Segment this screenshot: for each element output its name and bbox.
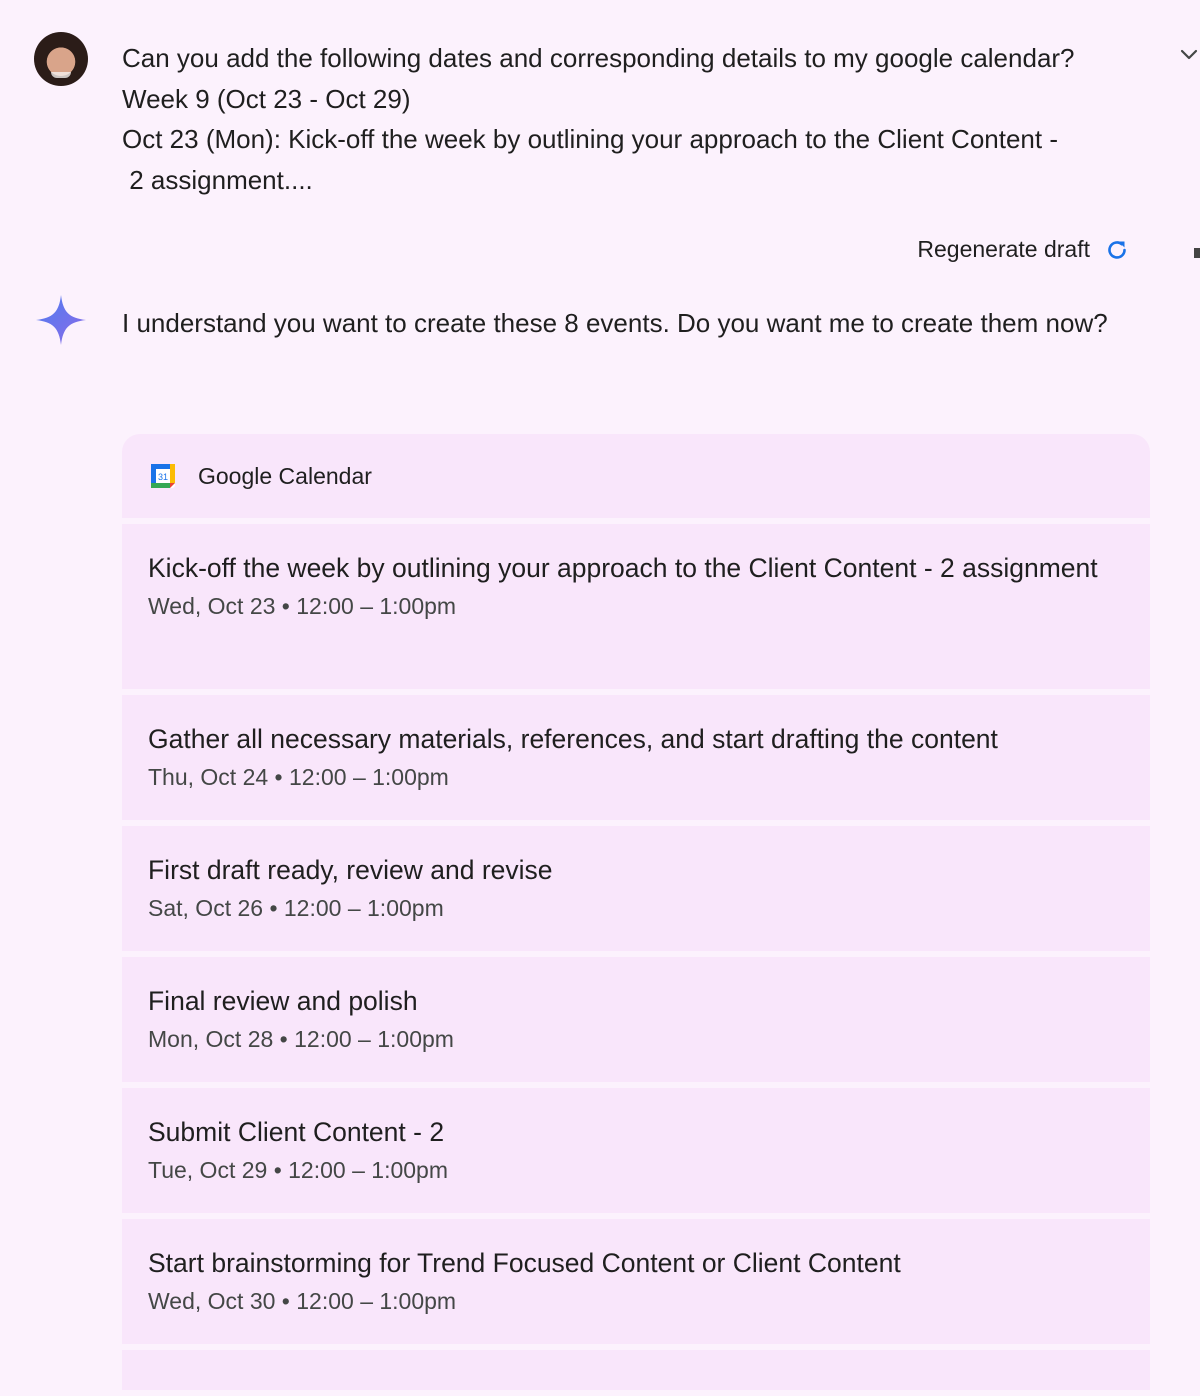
event-time: Wed, Oct 23 • 12:00 – 1:00pm: [148, 593, 457, 619]
regenerate-draft-button[interactable]: Regenerate draft: [917, 236, 1130, 263]
event-title: First draft ready, review and revise: [148, 855, 553, 885]
refresh-icon: [1108, 240, 1126, 259]
event-title: Start brainstorming for Trend Focused Co…: [148, 1248, 901, 1278]
event-title: Final review and polish: [148, 986, 418, 1016]
scrollbar-edge: [1194, 248, 1200, 258]
calendar-card-header: 31 Google Calendar: [122, 434, 1150, 518]
event-time: Wed, Oct 30 • 12:00 – 1:00pm: [148, 1288, 457, 1314]
event-item[interactable]: [122, 1350, 1150, 1390]
calendar-app-name: Google Calendar: [198, 462, 372, 489]
google-calendar-icon: 31: [151, 464, 175, 488]
event-item[interactable]: Final review and polish Mon, Oct 28 • 12…: [122, 957, 1150, 1082]
regenerate-draft-label: Regenerate draft: [917, 236, 1090, 262]
svg-text:31: 31: [158, 472, 168, 482]
event-title: Gather all necessary materials, referenc…: [148, 724, 998, 754]
user-prompt-line: Week 9 (Oct 23 - Oct 29): [122, 83, 411, 114]
assistant-response: I understand you want to create these 8 …: [122, 308, 1108, 338]
event-item[interactable]: Start brainstorming for Trend Focused Co…: [122, 1219, 1150, 1344]
user-prompt-line: Oct 23 (Mon): Kick-off the week by outli…: [122, 124, 1058, 154]
event-time: Tue, Oct 29 • 12:00 – 1:00pm: [148, 1157, 448, 1183]
event-title: Kick-off the week by outlining your appr…: [148, 553, 1098, 583]
event-time: Thu, Oct 24 • 12:00 – 1:00pm: [148, 764, 449, 790]
calendar-events-card: 31 Google Calendar Kick-off the week by …: [122, 434, 1150, 1396]
event-item[interactable]: Submit Client Content - 2 Tue, Oct 29 • …: [122, 1088, 1150, 1213]
user-prompt: Can you add the following dates and corr…: [122, 38, 1142, 200]
event-title: Submit Client Content - 2: [148, 1117, 445, 1147]
event-item[interactable]: Kick-off the week by outlining your appr…: [122, 524, 1150, 689]
event-item[interactable]: First draft ready, review and revise Sat…: [122, 826, 1150, 951]
event-time: Mon, Oct 28 • 12:00 – 1:00pm: [148, 1026, 454, 1052]
chevron-down-icon[interactable]: [1178, 44, 1200, 66]
event-item[interactable]: Gather all necessary materials, referenc…: [122, 695, 1150, 820]
gemini-sparkle-icon: [36, 295, 86, 345]
event-time: Sat, Oct 26 • 12:00 – 1:00pm: [148, 895, 444, 921]
user-prompt-line: 2 assignment....: [122, 164, 313, 195]
user-prompt-line: Can you add the following dates and corr…: [122, 43, 1075, 73]
user-avatar: [34, 32, 88, 86]
